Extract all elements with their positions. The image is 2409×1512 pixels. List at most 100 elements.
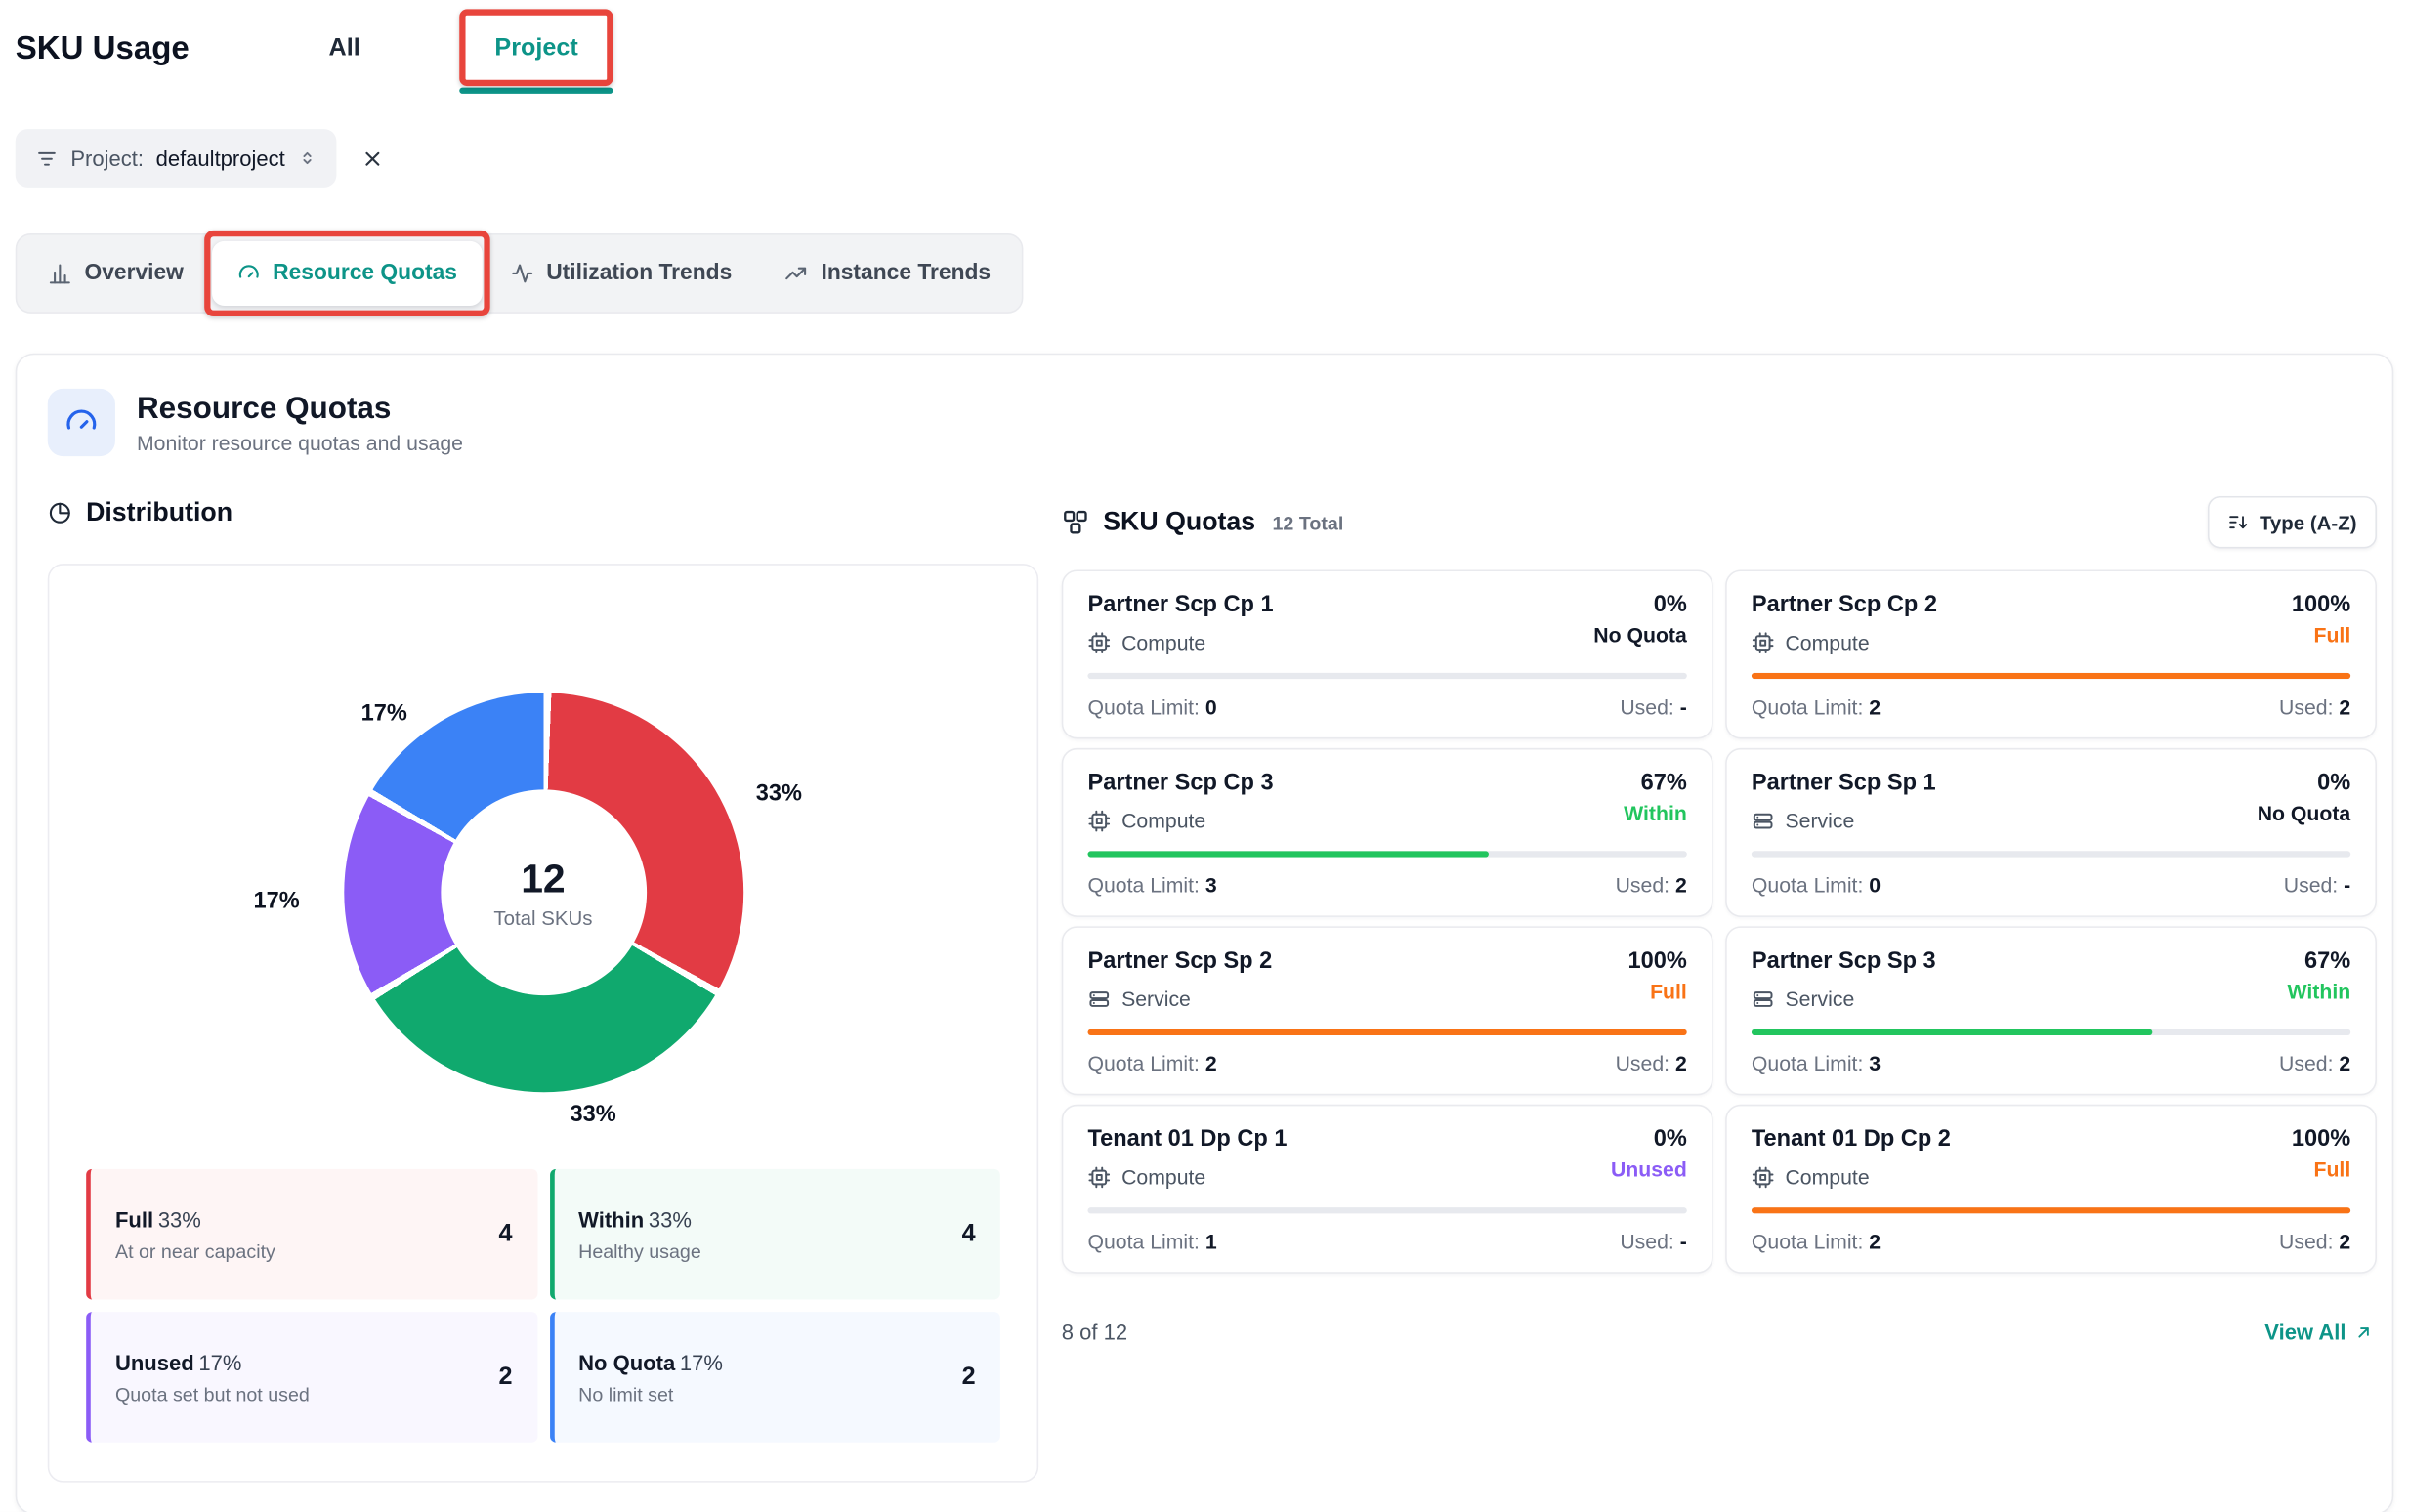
legend-count: 2	[498, 1364, 512, 1391]
tab-resource-quotas[interactable]: Resource Quotas	[211, 241, 482, 306]
donut-label-top: 17%	[361, 700, 407, 727]
filter-value: defaultproject	[156, 146, 285, 170]
chevron-up-down-icon	[297, 149, 316, 168]
tab-project-label: Project	[494, 35, 577, 62]
pie-chart-icon	[48, 501, 72, 525]
sku-type-row: Compute	[1087, 631, 1273, 654]
sku-card-top: Partner Scp Sp 1 Service 0% No Quota	[1752, 770, 2350, 832]
donut-label-bottom: 33%	[570, 1102, 615, 1128]
progress-fill	[1752, 673, 2350, 679]
used: Used: -	[1620, 1231, 1686, 1254]
sku-card[interactable]: Partner Scp Sp 1 Service 0% No Quota	[1725, 748, 2377, 917]
sku-type-label: Service	[1785, 810, 1854, 833]
used-value: 2	[1675, 1052, 1687, 1075]
used-label: Used:	[2279, 695, 2333, 719]
sort-button-label: Type (A-Z)	[2260, 511, 2357, 534]
progress-track	[1752, 851, 2350, 857]
distribution-title: Distribution	[86, 498, 232, 528]
legend-label: Within	[578, 1206, 644, 1231]
trending-up-icon	[784, 261, 809, 285]
legend-percent: 17%	[680, 1350, 723, 1374]
sku-card[interactable]: Partner Scp Sp 2 Service 100% Full	[1062, 926, 1713, 1095]
sku-status: Within	[2288, 980, 2351, 1003]
sku-title: Tenant 01 Dp Cp 1	[1087, 1126, 1287, 1153]
donut-label-right: 33%	[756, 780, 802, 807]
quota-limit: Quota Limit: 2	[1087, 1052, 1216, 1075]
sku-card[interactable]: Partner Scp Cp 3 Compute 67% Within	[1062, 748, 1713, 917]
view-all-link[interactable]: View All	[2264, 1320, 2374, 1344]
panel-header: Resource Quotas Monitor resource quotas …	[17, 355, 2391, 456]
filter-label: Project:	[70, 146, 144, 170]
legend-description: Quota set but not used	[115, 1383, 310, 1405]
sku-card-left: Partner Scp Cp 2 Compute	[1752, 591, 1937, 653]
quota-limit-label: Quota Limit:	[1752, 874, 1863, 898]
distribution-chart-panel: 12 Total SKUs 17% 33% 17% 33% Full33% At…	[48, 564, 1038, 1482]
sku-card-top: Partner Scp Sp 3 Service 67% Within	[1752, 947, 2350, 1010]
panel-title: Resource Quotas	[137, 391, 463, 426]
tab-utilization-trends-label: Utilization Trends	[546, 261, 732, 285]
progress-fill	[1752, 1029, 2153, 1035]
sku-title: Partner Scp Sp 1	[1752, 770, 1936, 796]
sku-quotas-section: SKU Quotas 12 Total Type (A-Z) Partner S…	[1062, 496, 2377, 1344]
legend-grid: Full33% At or near capacity 4 Within33% …	[86, 1169, 1000, 1443]
sku-status: Unused	[1611, 1158, 1687, 1182]
sku-quotas-header: SKU Quotas 12 Total Type (A-Z)	[1062, 496, 2377, 548]
used: Used: 2	[1616, 874, 1687, 898]
project-filter-dropdown[interactable]: Project: defaultproject	[16, 129, 336, 188]
tab-all[interactable]: All	[329, 35, 360, 63]
sku-card-left: Partner Scp Sp 3 Service	[1752, 947, 1936, 1010]
panel-subtitle: Monitor resource quotas and usage	[137, 431, 463, 454]
sku-percent: 67%	[2288, 947, 2351, 974]
sku-card-left: Partner Scp Cp 1 Compute	[1087, 591, 1273, 653]
sku-card[interactable]: Tenant 01 Dp Cp 1 Compute 0% Unused	[1062, 1105, 1713, 1274]
service-icon	[1752, 810, 1775, 833]
legend-count: 2	[962, 1364, 976, 1391]
used: Used: -	[2284, 874, 2350, 898]
sku-status: Within	[1624, 802, 1687, 825]
active-tab-underline	[459, 88, 613, 94]
sku-card[interactable]: Partner Scp Cp 2 Compute 100% Full	[1725, 569, 2377, 738]
legend-label: Full	[115, 1206, 153, 1231]
sku-type-label: Compute	[1121, 810, 1205, 833]
tab-project[interactable]: Project	[494, 35, 577, 63]
quota-limit-value: 1	[1205, 1231, 1217, 1254]
used-label: Used:	[2279, 1052, 2333, 1075]
sku-status: Full	[1627, 980, 1686, 1003]
used-value: 2	[1675, 874, 1687, 898]
sku-type-row: Service	[1087, 987, 1272, 1011]
sku-card[interactable]: Tenant 01 Dp Cp 2 Compute 100% Full	[1725, 1105, 2377, 1274]
legend-count: 4	[962, 1221, 976, 1248]
used-label: Used:	[1620, 695, 1673, 719]
legend-percent: 33%	[158, 1206, 201, 1231]
clear-filter-button[interactable]	[358, 144, 387, 173]
sku-status: No Quota	[1593, 624, 1687, 648]
sort-button[interactable]: Type (A-Z)	[2207, 496, 2376, 548]
tab-instance-trends[interactable]: Instance Trends	[760, 241, 1016, 306]
quota-limit: Quota Limit: 2	[1752, 1231, 1881, 1254]
quota-limit: Quota Limit: 3	[1752, 1052, 1881, 1075]
sku-type-label: Compute	[1785, 1166, 1869, 1190]
legend-card: Full33% At or near capacity 4	[86, 1169, 537, 1300]
sku-card-top: Partner Scp Sp 2 Service 100% Full	[1087, 947, 1686, 1010]
sku-percent: 100%	[2292, 1126, 2350, 1153]
progress-track	[1087, 673, 1686, 679]
activity-icon	[509, 261, 533, 285]
progress-track	[1087, 1029, 1686, 1035]
donut-label-left: 17%	[253, 888, 299, 914]
donut-total: 12	[521, 856, 565, 903]
distribution-header: Distribution	[48, 496, 1038, 530]
legend-text: No Quota17% No limit set	[578, 1350, 723, 1406]
sku-type-label: Service	[1785, 987, 1854, 1011]
sku-total-count: 12 Total	[1272, 513, 1343, 534]
tab-overview[interactable]: Overview	[23, 241, 209, 306]
legend-text: Full33% At or near capacity	[115, 1206, 275, 1262]
sku-card[interactable]: Partner Scp Sp 3 Service 67% Within	[1725, 926, 2377, 1095]
tab-utilization-trends[interactable]: Utilization Trends	[485, 241, 756, 306]
used-value: -	[2344, 874, 2350, 898]
sku-card[interactable]: Partner Scp Cp 1 Compute 0% No Quota	[1062, 569, 1713, 738]
gauge-icon	[235, 261, 260, 285]
service-icon	[1752, 987, 1775, 1011]
view-tabs: Overview Resource Quotas Utilization Tre…	[16, 233, 1023, 314]
sku-type-row: Compute	[1087, 1166, 1287, 1190]
compute-icon	[1087, 1166, 1111, 1190]
